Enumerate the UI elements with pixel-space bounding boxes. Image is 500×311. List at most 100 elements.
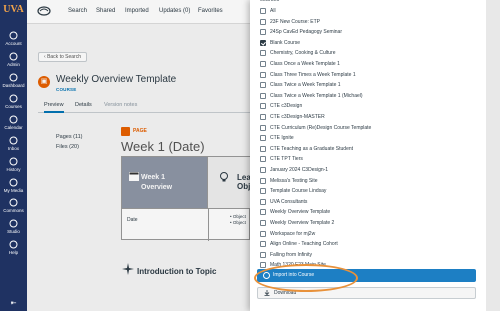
nav-item-calendar[interactable]: Calendar	[0, 115, 27, 130]
checkbox[interactable]	[260, 209, 266, 216]
course-option-label: Class Once a Week Template 1	[270, 61, 340, 67]
nav-item-commons[interactable]: Commons	[0, 198, 27, 213]
course-option-label: Melissa's Testing Site	[270, 177, 318, 184]
course-option[interactable]: CTE c3Design-MASTER	[260, 113, 470, 122]
nav-item-label: Studio	[7, 229, 20, 234]
checkbox[interactable]	[260, 92, 266, 99]
course-option[interactable]: Template Course Lindsay	[260, 187, 470, 196]
nav-item-admin[interactable]: Admin	[0, 52, 27, 67]
checkbox[interactable]	[260, 50, 266, 57]
checkbox[interactable]	[260, 124, 266, 131]
course-option[interactable]: Class Once a Week Template 1	[260, 60, 470, 69]
course-option[interactable]: Class Twice a Week Template 1 (Michael)	[260, 92, 470, 101]
course-option[interactable]: Weekly Overview Template 2	[260, 219, 470, 228]
course-option[interactable]: CTE Ignite	[260, 134, 470, 143]
checkbox[interactable]	[260, 71, 266, 78]
course-option-label: 23F New Course: ETP	[270, 18, 321, 25]
course-option[interactable]: CTE TPT Tiers	[260, 155, 470, 164]
checkbox[interactable]	[260, 198, 266, 205]
nav-item-history[interactable]: History	[0, 157, 27, 172]
checkbox[interactable]	[260, 177, 266, 184]
course-option-label: Class Twice a Week Template 1 (Michael)	[270, 92, 363, 99]
nav-item-dashboard[interactable]: Dashboard	[0, 73, 27, 88]
checkbox[interactable]	[260, 188, 266, 195]
checkbox[interactable]	[260, 167, 266, 173]
inbox-icon	[9, 136, 18, 145]
nav-item-label: History	[6, 167, 21, 172]
course-option-label: Align Online - Teaching Cohort	[270, 241, 338, 248]
course-option[interactable]: Class Twice a Week Template 1	[260, 81, 470, 90]
course-option[interactable]: Workspace for mj2w	[260, 230, 470, 239]
nav-item-label: Dashboard	[2, 83, 25, 88]
course-option-label: January 2024 C3Design-1	[270, 167, 329, 173]
course-option-label: 24Sp CavEd Pedagogy Seminar	[270, 29, 342, 36]
checkbox[interactable]	[260, 29, 266, 36]
course-option-label: CTE Curriculum (Re)Design Course Templat…	[270, 124, 372, 131]
annotation-highlight-ellipse	[254, 264, 358, 292]
collapse-nav-icon[interactable]: ⇤	[0, 299, 27, 307]
admin-icon	[9, 52, 18, 61]
nav-item-label: Calendar	[4, 125, 23, 130]
uva-logo[interactable]: UVA	[2, 4, 25, 15]
checkbox[interactable]	[260, 156, 266, 163]
course-option-label: CTE c3Design-MASTER	[270, 114, 325, 120]
course-option[interactable]: UVA Consultants	[260, 198, 470, 207]
course-option[interactable]: Falling from Infinity	[260, 251, 470, 260]
checkbox[interactable]	[260, 135, 266, 142]
checkbox[interactable]	[260, 262, 266, 269]
checkbox-checked[interactable]	[260, 39, 266, 46]
checkbox[interactable]	[260, 251, 266, 258]
course-option-label: Blank Course	[270, 39, 301, 46]
account-icon	[9, 31, 18, 40]
checkbox[interactable]	[260, 220, 266, 226]
studio-icon	[9, 219, 18, 228]
course-option-label: Workspace for mj2w	[270, 230, 316, 237]
global-nav: UVA Account Admin Dashboard Courses Calendar…	[0, 0, 27, 311]
checkbox[interactable]	[260, 103, 266, 110]
nav-item-label: Courses	[5, 104, 22, 109]
checkbox[interactable]	[260, 230, 266, 237]
course-option[interactable]: 24Sp CavEd Pedagogy Seminar	[260, 28, 470, 37]
course-option[interactable]: CTE Teaching as a Graduate Student	[260, 145, 470, 154]
checkbox[interactable]	[260, 145, 266, 152]
course-option[interactable]: All	[260, 7, 470, 16]
course-option-label: CTE Teaching as a Graduate Student	[270, 145, 354, 152]
nav-item-help[interactable]: Help	[0, 240, 27, 255]
course-option-label: CTE Ignite	[270, 135, 294, 142]
course-option[interactable]: Weekly Overview Template	[260, 208, 470, 217]
courses-icon	[9, 94, 18, 103]
checkbox[interactable]	[260, 82, 266, 89]
checkbox[interactable]	[260, 61, 266, 67]
course-option-label: Template Course Lindsay	[270, 188, 327, 195]
checkbox[interactable]	[260, 18, 266, 25]
course-option-label: Class Twice a Week Template 1	[270, 82, 341, 89]
nav-item-account[interactable]: Account	[0, 31, 27, 46]
nav-item-label: Help	[8, 250, 19, 255]
course-option[interactable]: Blank Course	[260, 39, 470, 48]
courses-label: courses	[260, 0, 280, 3]
nav-item-label: Account	[5, 41, 22, 46]
course-option[interactable]: Align Online - Teaching Cohort	[260, 240, 470, 249]
course-option[interactable]: CTE Curriculum (Re)Design Course Templat…	[260, 124, 470, 133]
nav-item-inbox[interactable]: Inbox	[0, 136, 27, 151]
course-option[interactable]: CTE c3Design	[260, 102, 470, 111]
course-option[interactable]: 23F New Course: ETP	[260, 18, 470, 27]
calendar-icon	[9, 115, 18, 124]
checkbox[interactable]	[260, 241, 266, 248]
course-option[interactable]: January 2024 C3Design-1	[260, 166, 470, 175]
nav-item-courses[interactable]: Courses	[0, 94, 27, 109]
checkbox[interactable]	[260, 114, 266, 120]
course-option-label: Falling from Infinity	[270, 251, 312, 258]
nav-item-label: My Media	[3, 188, 24, 193]
checkbox[interactable]	[260, 8, 266, 14]
course-option-label: UVA Consultants	[270, 198, 308, 205]
nav-item-my-media[interactable]: My Media	[0, 178, 27, 193]
course-option[interactable]: Chemistry, Cooking & Culture	[260, 49, 470, 58]
course-option-label: CTE TPT Tiers	[270, 156, 303, 163]
nav-item-studio[interactable]: Studio	[0, 219, 27, 234]
course-option[interactable]: Melissa's Testing Site	[260, 177, 470, 186]
page-scrollbar[interactable]	[486, 0, 500, 311]
course-option[interactable]: Class Three Times a Week Template 1	[260, 71, 470, 80]
help-icon	[9, 240, 18, 249]
dashboard-icon	[9, 73, 18, 82]
